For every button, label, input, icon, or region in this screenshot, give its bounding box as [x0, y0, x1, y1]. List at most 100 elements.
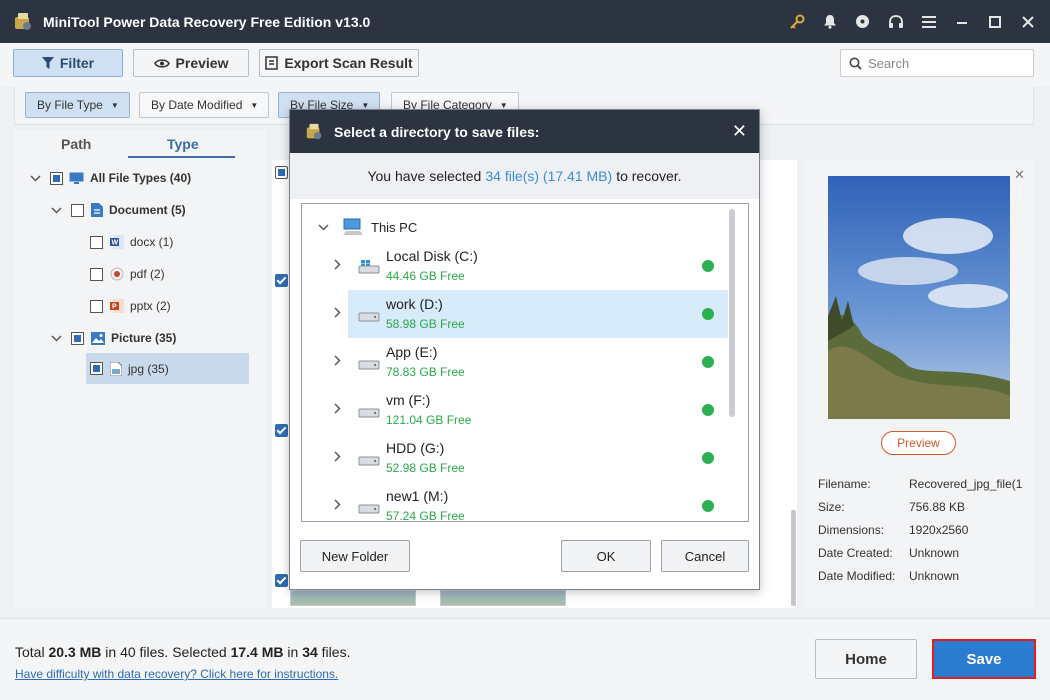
drive-list: This PC Local Disk (C:) 44.46 GB Free wo…: [301, 203, 749, 522]
export-scan-result-button[interactable]: Export Scan Result: [259, 49, 419, 77]
tree-item-pdf[interactable]: pdf (2): [90, 261, 165, 287]
chevron-right-icon[interactable]: [334, 259, 341, 270]
app-logo-icon: [306, 123, 322, 139]
file-checkbox[interactable]: [275, 574, 288, 587]
minimize-icon[interactable]: [945, 0, 978, 43]
checkbox[interactable]: [90, 299, 103, 313]
pdf-icon: [110, 267, 124, 281]
this-pc-label: This PC: [371, 219, 418, 235]
chevron-right-icon[interactable]: [334, 355, 341, 366]
tree-item-document[interactable]: Document (5): [50, 197, 186, 223]
chevron-right-icon[interactable]: [334, 403, 341, 414]
home-button[interactable]: Home: [815, 639, 917, 679]
preview-label: Preview: [175, 55, 229, 71]
checkbox[interactable]: [50, 171, 63, 185]
chevron-down-icon[interactable]: [50, 332, 62, 344]
help-link[interactable]: Have difficulty with data recovery? Clic…: [15, 667, 338, 681]
drive-list-scrollbar[interactable]: [729, 209, 735, 417]
chevron-right-icon[interactable]: [334, 451, 341, 462]
jpg-file-icon: [110, 361, 122, 376]
checkbox[interactable]: [90, 267, 103, 281]
status-dot: [702, 404, 714, 416]
chevron-down-icon[interactable]: [29, 172, 41, 184]
filter-button[interactable]: Filter: [13, 49, 123, 77]
app-title: MiniTool Power Data Recovery Free Editio…: [43, 13, 371, 30]
tree-item-pptx[interactable]: P pptx (2): [90, 293, 171, 319]
tree-label: pdf (2): [130, 267, 165, 281]
tree-item-picture[interactable]: Picture (35): [50, 325, 176, 351]
dialog-close-icon[interactable]: ✕: [732, 122, 747, 140]
drive-item-d[interactable]: work (D:) 58.98 GB Free: [334, 290, 728, 338]
word-icon: W: [110, 235, 124, 249]
tree-item-all-file-types[interactable]: All File Types (40): [29, 165, 191, 191]
svg-text:P: P: [112, 304, 117, 311]
drive-name: App (E:): [386, 344, 438, 360]
tab-underline: [128, 156, 235, 158]
title-bar: MiniTool Power Data Recovery Free Editio…: [0, 0, 1050, 43]
checkbox[interactable]: [71, 331, 84, 345]
search-input[interactable]: [868, 55, 1018, 71]
meta-value-size: 756.88 KB: [909, 500, 966, 514]
close-preview-icon[interactable]: ✕: [1014, 167, 1025, 183]
svg-text:W: W: [112, 240, 119, 247]
status-dot: [702, 308, 714, 320]
tree-item-this-pc[interactable]: This PC: [302, 212, 417, 242]
chevron-down-icon[interactable]: [318, 223, 329, 231]
headset-icon[interactable]: [879, 0, 912, 43]
file-thumbnail[interactable]: [440, 590, 566, 606]
chevron-right-icon[interactable]: [334, 307, 341, 318]
maximize-icon[interactable]: [978, 0, 1011, 43]
search-icon: [849, 57, 862, 70]
search-box[interactable]: [840, 49, 1034, 77]
meta-value-filename: Recovered_jpg_file(1: [909, 477, 1023, 491]
chevron-down-icon[interactable]: [50, 204, 62, 216]
total-prefix: Total: [15, 644, 45, 660]
footer: Total 20.3 MB in 40 files. Selected 17.4…: [0, 618, 1050, 700]
disc-icon[interactable]: [846, 0, 879, 43]
chevron-right-icon[interactable]: [334, 499, 341, 510]
drive-name: new1 (M:): [386, 488, 449, 504]
checkbox[interactable]: [71, 203, 84, 217]
tree-label: All File Types (40): [90, 171, 192, 185]
grid-scrollbar[interactable]: [791, 510, 796, 606]
tab-type[interactable]: Type: [167, 136, 199, 152]
preview-image-button[interactable]: Preview: [881, 431, 956, 455]
drive-item-c[interactable]: Local Disk (C:) 44.46 GB Free: [334, 242, 728, 290]
file-checkbox[interactable]: [275, 274, 288, 287]
drive-item-e[interactable]: App (E:) 78.83 GB Free: [334, 338, 728, 386]
tree-item-jpg[interactable]: jpg (35): [86, 353, 249, 384]
export-icon: [265, 56, 279, 70]
close-icon[interactable]: [1011, 0, 1044, 43]
tree-item-docx[interactable]: W docx (1): [90, 229, 173, 255]
meta-label-date-created: Date Created:: [818, 546, 893, 560]
ok-button[interactable]: OK: [561, 540, 651, 572]
menu-icon[interactable]: [912, 0, 945, 43]
selected-count: 34: [302, 644, 318, 660]
drive-item-g[interactable]: HDD (G:) 52.98 GB Free: [334, 434, 728, 482]
drive-free: 58.98 GB Free: [386, 317, 465, 331]
meta-value-date-modified: Unknown: [909, 569, 960, 583]
drive-free: 78.83 GB Free: [386, 365, 465, 379]
selection-summary: Total 20.3 MB in 40 files. Selected 17.4…: [15, 644, 350, 660]
file-checkbox[interactable]: [275, 424, 288, 437]
checkbox[interactable]: [90, 235, 103, 249]
filter-by-date-modified[interactable]: By Date Modified ▼: [139, 92, 270, 118]
info-suffix: to recover.: [616, 168, 682, 184]
drive-item-f[interactable]: vm (F:) 121.04 GB Free: [334, 386, 728, 434]
drive-item-m[interactable]: new1 (M:) 57.24 GB Free: [334, 482, 728, 521]
dialog-title: Select a directory to save files:: [334, 123, 540, 140]
select-all-checkbox[interactable]: [275, 166, 288, 179]
checkbox[interactable]: [90, 362, 103, 375]
tab-path[interactable]: Path: [61, 136, 91, 152]
powerpoint-icon: P: [110, 299, 124, 313]
save-button[interactable]: Save: [932, 639, 1036, 679]
file-thumbnail[interactable]: [290, 590, 416, 606]
cancel-button[interactable]: Cancel: [661, 540, 749, 572]
drive-icon: [358, 360, 380, 370]
new-folder-button[interactable]: New Folder: [300, 540, 410, 572]
preview-button[interactable]: Preview: [133, 49, 249, 77]
bell-icon[interactable]: [813, 0, 846, 43]
filter-by-file-type[interactable]: By File Type ▼: [25, 92, 130, 118]
key-icon[interactable]: [780, 0, 813, 43]
preview-image: [828, 176, 1010, 419]
